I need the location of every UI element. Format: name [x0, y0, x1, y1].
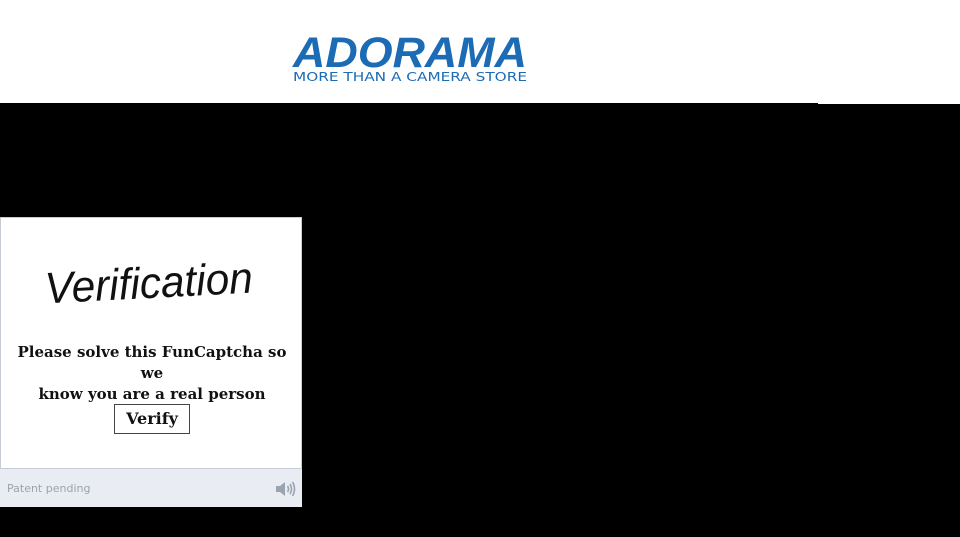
patent-pending-text: Patent pending — [7, 482, 91, 495]
prompt-line-2: we — [140, 364, 164, 382]
verify-button[interactable]: Verify — [114, 404, 190, 434]
verification-title: Verification — [44, 254, 254, 314]
captcha-body: Verification Please solve this FunCaptch… — [0, 217, 302, 469]
captcha-prompt: Please solve this FunCaptcha so we know … — [11, 342, 293, 405]
speaker-icon[interactable] — [274, 480, 296, 498]
site-header: ADORAMA MORE THAN A CAMERA STORE — [0, 0, 818, 103]
captcha-footer: Patent pending — [0, 469, 302, 507]
verification-title-text: Verification — [44, 254, 254, 314]
adorama-logo[interactable]: ADORAMA MORE THAN A CAMERA STORE — [291, 30, 529, 86]
prompt-line-3: know you are a real person — [38, 385, 266, 403]
prompt-line-1: Please solve this FunCaptcha so — [17, 343, 287, 361]
header-right-panel — [818, 0, 960, 104]
logo-tagline: MORE THAN A CAMERA STORE — [293, 70, 527, 84]
funcaptcha-widget: Verification Please solve this FunCaptch… — [0, 217, 302, 507]
